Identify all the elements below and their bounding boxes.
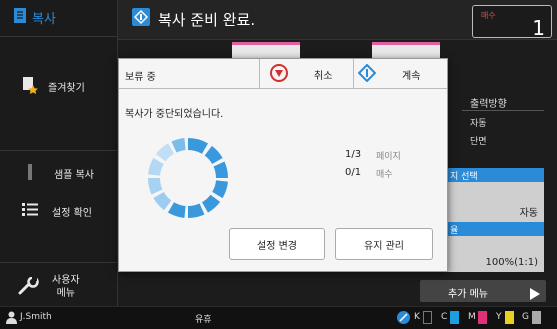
device-state: 유휴 (195, 315, 212, 325)
wrench-icon (18, 275, 40, 298)
maintenance-label: 유지 관리 (364, 240, 404, 252)
continue-button[interactable]: 계속 (354, 59, 447, 89)
pages-count: 1/3 (345, 149, 362, 160)
output-direction-label: 출력방향 (470, 99, 507, 110)
paper-select-tile[interactable]: 지 선택 자동 (448, 168, 544, 223)
copies-counter-label: 매수 (481, 11, 496, 20)
sidebar-item-sample-copy[interactable]: 샘플 복사 (0, 160, 118, 186)
copies-count: 0/1 (345, 167, 362, 178)
maintenance-button[interactable]: 유지 관리 (335, 228, 433, 260)
sidebar-item-favorites[interactable]: 즐겨찾기 (0, 70, 118, 102)
paper-select-label: 지 선택 (450, 172, 478, 182)
cancel-button[interactable]: 취소 (260, 59, 360, 89)
sidebar-title: 복사 (14, 8, 56, 27)
pages-label: 페이지 (376, 152, 401, 162)
copy-doc-icon (14, 8, 26, 27)
change-settings-label: 설정 변경 (257, 240, 297, 252)
sidebar-item-label: 설정 확인 (52, 207, 92, 219)
change-settings-button[interactable]: 설정 변경 (229, 228, 325, 260)
sidebar-item-label: 사용자 메뉴 (52, 275, 80, 299)
more-menu-label: 추가 메뉴 (448, 289, 488, 300)
list-icon (22, 203, 38, 219)
status-bar: J.Smith 유휴 K C M Y G (0, 306, 557, 329)
more-menu-button[interactable]: 추가 메뉴 (420, 280, 546, 302)
copies-counter[interactable]: 매수 1 (472, 5, 552, 40)
user-name: J.Smith (20, 312, 52, 322)
ink-drop-icon (396, 310, 411, 328)
stop-icon (270, 63, 288, 85)
ink-level-y (505, 311, 514, 324)
ink-level-g (532, 311, 541, 324)
play-arrow-icon (530, 285, 540, 304)
copy-ready-icon (132, 8, 150, 30)
continue-label: 계속 (402, 70, 421, 82)
ink-label-k: K (414, 312, 420, 322)
ink-label-m: M (468, 312, 476, 322)
divider (0, 36, 118, 37)
cancel-label: 취소 (314, 70, 333, 82)
page-title: 복사 준비 완료. (132, 8, 255, 30)
user-icon (6, 311, 17, 327)
ratio-tile[interactable]: 율 100%(1:1) (448, 222, 544, 272)
start-diamond-icon (357, 63, 377, 85)
progress-spinner (147, 137, 229, 219)
ink-label-c: C (441, 312, 448, 322)
pause-dialog: 보류 중 취소 계속 복사가 중단되었습니다. 1/3 페이지 0/1 매수 설… (118, 58, 448, 272)
ink-level-c (450, 311, 459, 324)
sample-bar-icon (28, 163, 32, 183)
paper-select-value: 자동 (519, 208, 538, 219)
dialog-message: 복사가 중단되었습니다. (125, 109, 224, 120)
page-title-text: 복사 준비 완료. (158, 10, 256, 29)
dialog-title: 보류 중 (125, 72, 156, 83)
ink-level-k (423, 311, 432, 324)
dialog-header: 보류 중 취소 계속 (119, 59, 447, 89)
favorite-doc-icon (22, 76, 38, 97)
sidebar: 복사 즐겨찾기 샘플 복사 설정 확인 사용자 메뉴 (0, 0, 118, 306)
ratio-label: 율 (450, 226, 459, 236)
divider (462, 110, 544, 111)
ratio-value: 100%(1:1) (485, 257, 539, 268)
output-auto[interactable]: 자동 (470, 116, 487, 129)
copies-label: 매수 (376, 170, 393, 180)
divider (0, 150, 118, 151)
sidebar-item-user-menu[interactable]: 사용자 메뉴 (0, 270, 118, 304)
sidebar-item-label: 샘플 복사 (54, 169, 94, 181)
ink-label-y: Y (496, 312, 502, 322)
ink-label-g: G (522, 312, 529, 322)
ink-level-m (478, 311, 487, 324)
output-simplex[interactable]: 단면 (470, 134, 487, 147)
divider (0, 262, 118, 263)
sidebar-item-label: 즐겨찾기 (48, 82, 85, 94)
sidebar-item-check-settings[interactable]: 설정 확인 (0, 198, 118, 224)
copies-counter-value: 1 (532, 16, 545, 40)
sidebar-title-text: 복사 (32, 12, 56, 27)
